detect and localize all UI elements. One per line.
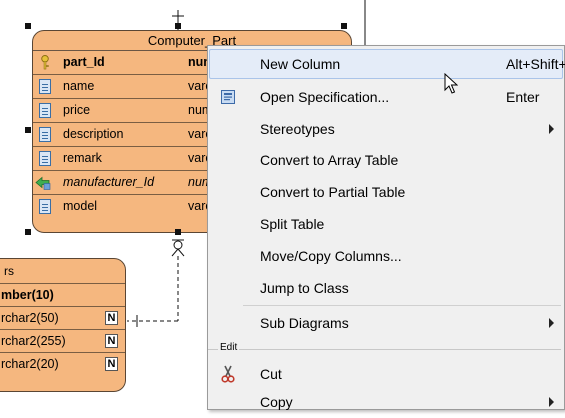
menu-item-split-table[interactable]: Split Table xyxy=(208,208,564,240)
column-type: rchar2(20) xyxy=(1,357,59,371)
diagram-canvas[interactable]: Computer_Part part_Id num name varc pric… xyxy=(0,0,565,410)
menu-item-move-copy-columns[interactable]: Move/Copy Columns... xyxy=(208,240,564,272)
entity-title: rs xyxy=(4,264,14,278)
menu-item-sub-diagrams[interactable]: Sub Diagrams xyxy=(208,307,564,339)
nullable-badge: N xyxy=(105,334,118,348)
menu-item-label: Jump to Class xyxy=(260,280,349,296)
menu-item-shortcut: Enter xyxy=(506,89,540,105)
column-row[interactable]: rchar2(20) N xyxy=(0,352,125,375)
menu-item-convert-partial-table[interactable]: Convert to Partial Table xyxy=(208,176,564,208)
column-row[interactable]: rchar2(50) N xyxy=(0,306,125,329)
menu-item-jump-to-class[interactable]: Jump to Class xyxy=(208,272,564,304)
column-row[interactable]: rchar2(255) N xyxy=(0,329,125,352)
menu-item-shortcut: Alt+Shift+C xyxy=(506,56,565,72)
submenu-arrow-icon xyxy=(549,318,554,328)
menu-item-new-column[interactable]: New Column Alt+Shift+C xyxy=(208,48,565,80)
menu-group-divider xyxy=(208,349,561,350)
menu-separator xyxy=(243,305,561,306)
menu-item-label: Move/Copy Columns... xyxy=(260,248,402,264)
menu-item-label: Copy xyxy=(260,394,293,410)
scissors-icon xyxy=(221,365,235,383)
column-row[interactable]: mber(10) xyxy=(0,283,125,306)
mouse-cursor-icon xyxy=(444,73,458,94)
specification-icon xyxy=(221,90,235,104)
menu-group-label: Edit xyxy=(218,342,240,353)
menu-item-label: New Column xyxy=(260,56,341,72)
menu-item-label: Convert to Array Table xyxy=(260,152,399,168)
column-type: rchar2(255) xyxy=(1,334,66,348)
menu-item-convert-array-table[interactable]: Convert to Array Table xyxy=(208,144,564,176)
submenu-arrow-icon xyxy=(549,124,554,134)
nullable-badge: N xyxy=(105,357,118,371)
menu-item-label: Sub Diagrams xyxy=(260,315,349,331)
nullable-badge: N xyxy=(105,311,118,325)
menu-item-label: Stereotypes xyxy=(260,121,335,137)
menu-item-label: Open Specification... xyxy=(260,89,390,105)
menu-item-copy[interactable]: Copy xyxy=(208,386,564,418)
menu-item-open-specification[interactable]: Open Specification... Enter xyxy=(208,81,564,113)
entity-partial-left[interactable]: rs mber(10) rchar2(50) N rchar2(255) N r… xyxy=(0,258,126,392)
menu-item-stereotypes[interactable]: Stereotypes xyxy=(208,113,564,145)
menu-item-label: Split Table xyxy=(260,216,325,232)
column-type: rchar2(50) xyxy=(1,311,59,325)
menu-item-label: Convert to Partial Table xyxy=(260,184,406,200)
context-menu[interactable]: New Column Alt+Shift+C Open Specificatio… xyxy=(207,45,565,410)
column-type: mber(10) xyxy=(1,288,54,302)
submenu-arrow-icon xyxy=(549,397,554,407)
